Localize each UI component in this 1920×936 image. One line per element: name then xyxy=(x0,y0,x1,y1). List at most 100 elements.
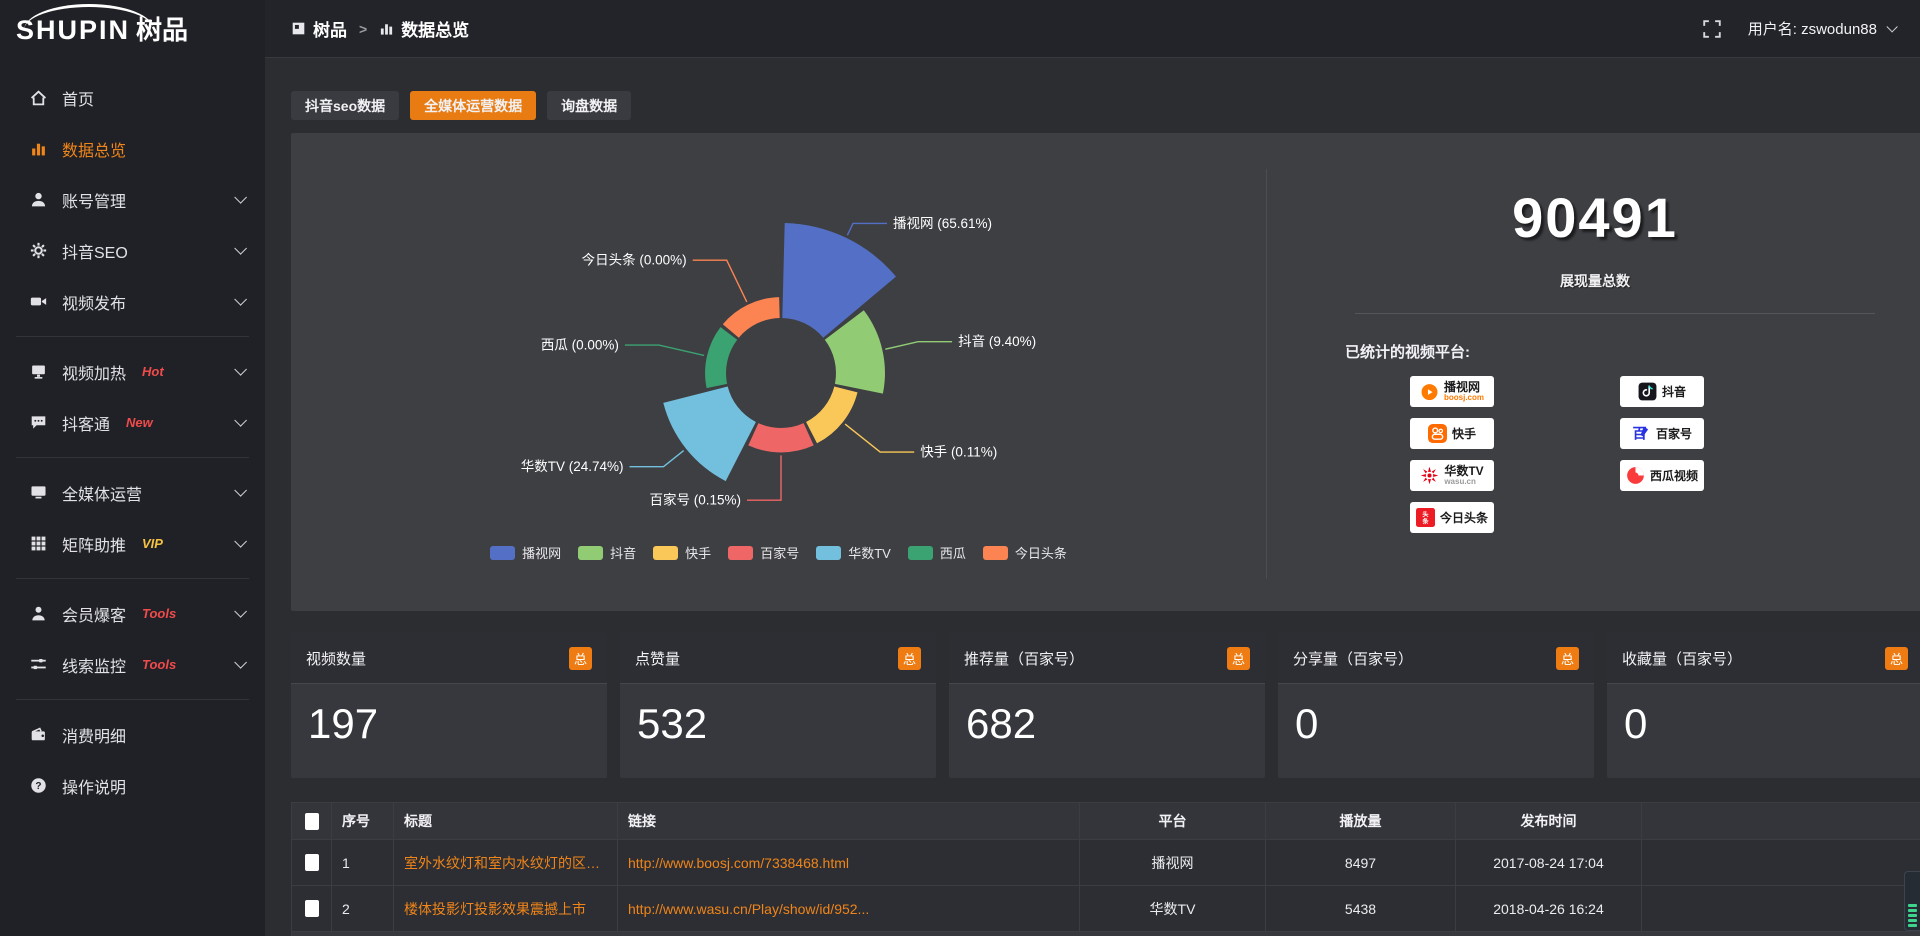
stat-card-value: 532 xyxy=(620,684,936,748)
row-platform-cell: 播视网 xyxy=(1080,840,1266,886)
legend-swatch xyxy=(490,546,515,560)
platform-badges-left: 播视网boosj.com快手华数TVwasu.cn头条今日头条 xyxy=(1410,376,1494,533)
sidebar-item-5[interactable]: 视频加热Hot xyxy=(0,346,265,397)
baijiahao-logo: 百 xyxy=(1632,424,1651,443)
sidebar-item-1[interactable]: 数据总览 xyxy=(0,123,265,174)
sidebar-item-0[interactable]: 首页 xyxy=(0,72,265,123)
legend-item-播视网[interactable]: 播视网 xyxy=(490,543,561,562)
pie-slice-今日头条[interactable] xyxy=(723,297,780,338)
stat-card-0: 视频数量总197 xyxy=(291,633,607,778)
video-title-link[interactable]: 室外水纹灯和室内水纹灯的区别和简介 xyxy=(404,855,618,871)
legend-label: 今日头条 xyxy=(1015,543,1067,562)
pie-slice-播视网[interactable] xyxy=(782,223,896,338)
menu-tag: New xyxy=(126,415,153,430)
sidebar-item-7[interactable]: 全媒体运营 xyxy=(0,467,265,518)
stat-card-value: 197 xyxy=(291,684,607,748)
floating-widget[interactable] xyxy=(1904,871,1920,931)
tab-0[interactable]: 抖音seo数据 xyxy=(291,91,399,120)
sidebar-item-2[interactable]: 账号管理 xyxy=(0,174,265,225)
chart-legend: 播视网抖音快手百家号华数TV 西瓜 今日头条 xyxy=(291,543,1266,562)
pie-slice-百家号[interactable] xyxy=(748,423,813,452)
menu-tag: Tools xyxy=(142,606,176,621)
sidebar-item-8[interactable]: 矩阵助推VIP xyxy=(0,518,265,569)
legend-item-西瓜[interactable]: 西瓜 xyxy=(908,543,966,562)
legend-swatch xyxy=(578,546,603,560)
menu-divider xyxy=(16,578,249,579)
widget-bar xyxy=(1908,904,1917,907)
chevron-down-icon xyxy=(234,293,247,306)
legend-swatch xyxy=(728,546,753,560)
sidebar-item-3[interactable]: 抖音SEO xyxy=(0,225,265,276)
chevron-down-icon xyxy=(234,414,247,427)
sidebar-item-label: 抖客通 xyxy=(62,411,110,435)
video-title-link[interactable]: 楼体投影灯投影效果震撼上市 xyxy=(404,901,586,917)
legend-item-抖音[interactable]: 抖音 xyxy=(578,543,636,562)
table-header-row: 序号标题链接平台播放量发布时间 xyxy=(292,803,1920,840)
total-badge: 总 xyxy=(1556,647,1579,670)
pie-label-line-抖音 xyxy=(885,342,952,350)
select-all-checkbox[interactable] xyxy=(305,813,319,830)
kuaishou-logo xyxy=(1428,424,1447,443)
sidebar-item-11[interactable]: 消费明细 xyxy=(0,709,265,760)
total-badge: 总 xyxy=(898,647,921,670)
row-filler-cell xyxy=(1642,840,1920,886)
video-url-link[interactable]: http://www.wasu.cn/Play/show/id/952... xyxy=(628,901,869,917)
chevron-down-icon xyxy=(234,605,247,618)
legend-item-今日头条[interactable]: 今日头条 xyxy=(983,543,1067,562)
pie-label-line-快手 xyxy=(845,424,914,452)
row-checkbox-cell xyxy=(292,886,332,932)
stat-card-header: 视频数量总 xyxy=(291,633,607,684)
row-checkbox[interactable] xyxy=(305,854,319,871)
stat-card-value: 0 xyxy=(1278,684,1594,748)
table-next-row-partial xyxy=(291,932,1920,936)
person-icon xyxy=(30,605,47,622)
platform-name: 快手 xyxy=(1452,428,1476,440)
sidebar-item-6[interactable]: 抖客通 New xyxy=(0,397,265,448)
legend-item-百家号[interactable]: 百家号 xyxy=(728,543,799,562)
row-index-cell: 2 xyxy=(332,886,394,932)
widget-bar xyxy=(1908,919,1917,922)
screen-heat-icon xyxy=(30,363,47,380)
breadcrumb-item-root[interactable]: 树品 xyxy=(313,16,347,41)
platform-badges-right: 抖音百百家号西瓜视频 xyxy=(1620,376,1704,491)
wasu-logo xyxy=(1420,466,1439,485)
platform-name: 抖音 xyxy=(1662,386,1686,398)
pie-slice-快手[interactable] xyxy=(806,387,857,444)
legend-item-华数TV[interactable]: 华数TV xyxy=(816,543,891,562)
pie-slice-西瓜[interactable] xyxy=(705,327,737,388)
stat-card-title: 推荐量（百家号） xyxy=(964,648,1084,669)
sidebar-item-4[interactable]: 视频发布 xyxy=(0,276,265,327)
sidebar-item-10[interactable]: 线索监控Tools xyxy=(0,639,265,690)
pie-slice-华数TV[interactable] xyxy=(663,387,756,482)
help-icon: ? xyxy=(30,777,47,794)
platform-name: 西瓜视频 xyxy=(1650,470,1698,482)
legend-label: 西瓜 xyxy=(940,543,966,562)
sidebar-item-label: 矩阵助推 xyxy=(62,532,126,556)
video-url-link[interactable]: http://www.boosj.com/7338468.html xyxy=(628,855,849,871)
platform-badge-播视网: 播视网boosj.com xyxy=(1410,376,1494,407)
username-label: 用户名: zswodun88 xyxy=(1748,18,1877,39)
sidebar-item-label: 会员爆客 xyxy=(62,602,126,626)
row-views-cell: 5438 xyxy=(1266,886,1456,932)
breadcrumb-item-current[interactable]: 数据总览 xyxy=(401,16,469,41)
row-title-cell: 室外水纹灯和室内水纹灯的区别和简介 xyxy=(394,840,618,886)
stat-card-title: 收藏量（百家号） xyxy=(1622,648,1742,669)
legend-item-快手[interactable]: 快手 xyxy=(653,543,711,562)
sidebar-item-9[interactable]: 会员爆客 Tools xyxy=(0,588,265,639)
platform-badge-text: 今日头条 xyxy=(1440,512,1488,524)
tab-1[interactable]: 全媒体运营数据 xyxy=(410,91,536,120)
sidebar-item-12[interactable]: ?操作说明 xyxy=(0,760,265,811)
xigua-logo xyxy=(1626,466,1645,485)
app-logo[interactable]: SHUPIN树品 xyxy=(0,0,265,58)
fullscreen-icon[interactable] xyxy=(1702,19,1722,39)
stat-card-header: 分享量（百家号）总 xyxy=(1278,633,1594,684)
total-badge: 总 xyxy=(1227,647,1250,670)
tab-2[interactable]: 询盘数据 xyxy=(547,91,631,120)
platform-badge-今日头条: 头条今日头条 xyxy=(1410,502,1494,533)
wallet-icon xyxy=(30,726,47,743)
douyin-logo xyxy=(1638,382,1657,401)
platform-name: 播视网 xyxy=(1444,381,1484,393)
breadcrumb: 树品 > 数据总览 xyxy=(291,16,469,41)
row-checkbox[interactable] xyxy=(305,900,319,917)
user-menu[interactable]: 用户名: zswodun88 xyxy=(1748,18,1894,39)
